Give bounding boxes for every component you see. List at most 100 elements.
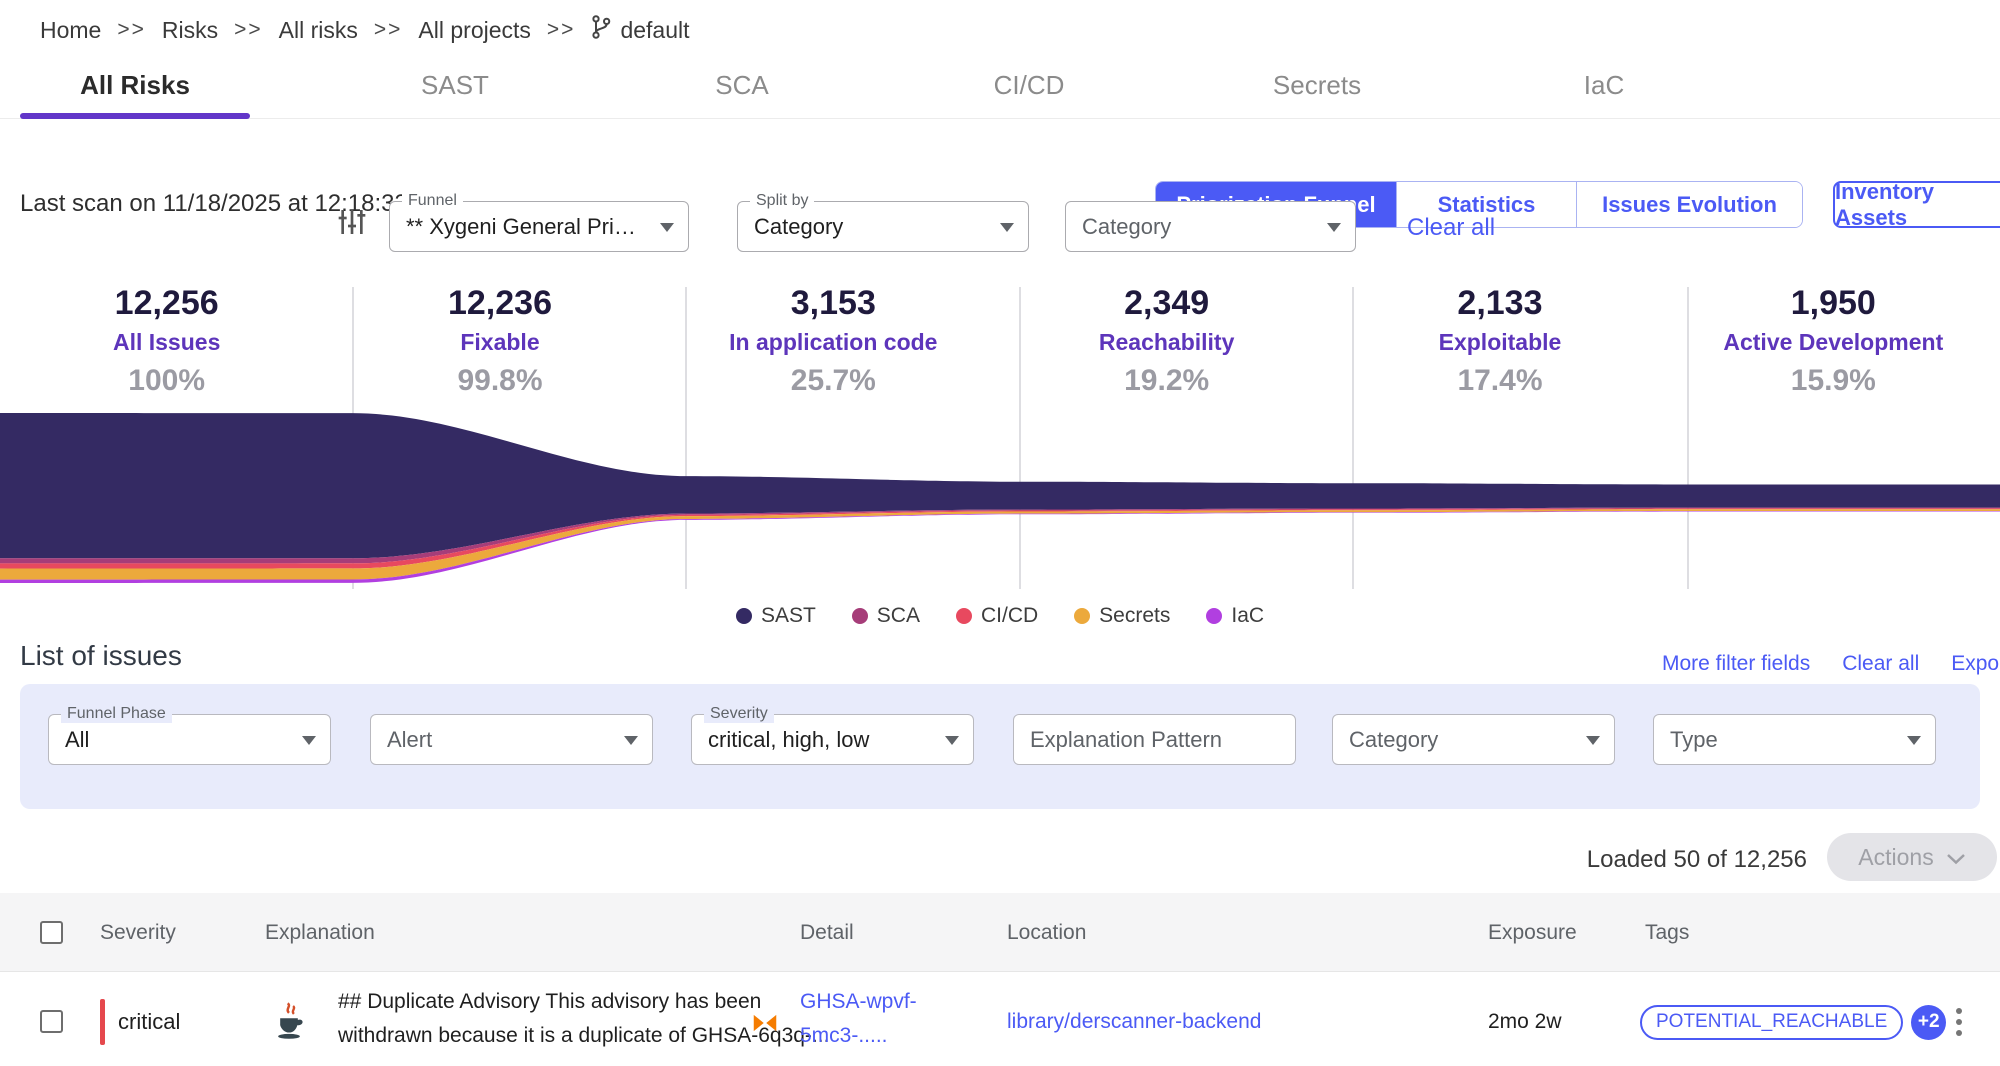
breadcrumb-all-projects[interactable]: All projects (418, 17, 530, 44)
legend-dot-sca (851, 608, 868, 624)
stage-count: 2,349 (1124, 284, 1210, 322)
stage-label: Fixable (460, 329, 540, 355)
funnel-clear-all-link[interactable]: Clear all (1407, 214, 1495, 242)
header-explanation: Explanation (265, 920, 375, 944)
chevron-down-icon (945, 735, 959, 745)
tab-cicd[interactable]: CI/CD (929, 62, 1129, 108)
breadcrumb-home[interactable]: Home (40, 17, 101, 44)
loaded-count-label: Loaded 50 of 12,256 (1586, 846, 1807, 873)
stage-percent: 19.2% (1124, 364, 1210, 397)
stage-label: All Issues (112, 329, 221, 355)
tab-iac[interactable]: IaC (1504, 62, 1704, 108)
severity-select[interactable]: Severity critical, high, low (691, 705, 974, 765)
table-row[interactable]: critical ## Duplicate Advisory This advi… (0, 972, 2000, 1066)
actions-button[interactable]: Actions (1827, 833, 1997, 881)
legend-label: SAST (760, 604, 816, 627)
chevron-down-icon (1327, 222, 1341, 232)
type-select[interactable]: Type (1653, 714, 1936, 765)
tab-sca[interactable]: SCA (642, 62, 842, 108)
more-tags-badge[interactable]: +2 (1911, 1004, 1947, 1040)
funnel-stage-all-issues: 12,256 All Issues 100% (0, 284, 333, 398)
chevron-down-icon (660, 222, 674, 232)
stage-count: 3,153 (790, 284, 876, 322)
funnel-select-value: ** Xygeni General Prioritizat... (406, 213, 646, 239)
stage-label: Reachability (1098, 329, 1235, 355)
row-menu-kebab-icon[interactable] (1956, 972, 1962, 1066)
severity-value: critical (118, 1009, 181, 1034)
tab-all-risks[interactable]: All Risks (20, 62, 250, 108)
legend-dot-sast (735, 608, 752, 624)
category-filter-select[interactable]: Category (1332, 714, 1615, 765)
stage-percent: 99.8% (457, 364, 543, 397)
chevron-down-icon (1946, 844, 1966, 871)
legend-dot-iac (1206, 608, 1223, 624)
stage-count: 2,133 (1457, 284, 1543, 322)
tag-chip[interactable]: POTENTIAL_REACHABLE (1640, 1004, 1904, 1040)
header-severity: Severity (100, 920, 176, 944)
chevron-down-icon (1586, 735, 1600, 745)
export-link[interactable]: Export (1951, 650, 2000, 678)
funnel-stage-in-application-code: 3,153 In application code 25.7% (667, 284, 1000, 398)
type-placeholder: Type (1670, 726, 1718, 752)
breadcrumb: Home >> Risks >> All risks >> All projec… (40, 14, 690, 46)
stage-count: 12,236 (447, 284, 552, 322)
detail-line: GHSA-wpvf- (800, 990, 917, 1013)
tags-cell: POTENTIAL_REACHABLE +2 (1640, 972, 1947, 1066)
alert-select[interactable]: Alert (370, 714, 653, 765)
header-exposure: Exposure (1488, 920, 1577, 944)
category-select[interactable]: Category (1065, 201, 1356, 252)
more-filter-fields-link[interactable]: More filter fields (1662, 652, 1810, 676)
explanation-pattern-input[interactable] (1013, 714, 1296, 765)
category-filter-placeholder: Category (1349, 726, 1439, 752)
chevron-down-icon (302, 735, 316, 745)
stage-label: Active Development (1723, 329, 1944, 355)
select-all-checkbox[interactable] (40, 921, 63, 944)
tabbar-divider (0, 118, 2000, 119)
funnel-stage-fixable: 12,236 Fixable 99.8% (333, 284, 666, 398)
header-location: Location (1007, 920, 1087, 944)
funnel-phase-label: Funnel Phase (61, 705, 172, 723)
breadcrumb-separator: >> (117, 18, 146, 41)
detail-link[interactable]: GHSA-wpvf- 5mc3-..... (800, 985, 917, 1053)
funnel-phase-select[interactable]: Funnel Phase All (48, 705, 331, 765)
issues-header-links: More filter fields Clear all Export (1662, 650, 2000, 678)
legend-dot-cicd (955, 608, 972, 624)
legend-item-cicd[interactable]: CI/CD (955, 604, 1038, 628)
breadcrumb-branch[interactable]: default (591, 14, 690, 46)
stage-percent: 25.7% (790, 364, 876, 397)
location-link[interactable]: library/derscanner-backend (1007, 972, 1261, 1066)
chevron-down-icon (624, 735, 638, 745)
legend-dot-secrets (1074, 608, 1091, 624)
split-by-select[interactable]: Split by Category (737, 192, 1029, 252)
tab-secrets[interactable]: Secrets (1217, 62, 1417, 108)
breadcrumb-separator: >> (546, 18, 576, 41)
legend-item-sast[interactable]: SAST (735, 604, 816, 628)
legend-item-iac[interactable]: IaC (1206, 604, 1264, 628)
header-tags: Tags (1645, 920, 1690, 944)
funnel-select[interactable]: Funnel ** Xygeni General Prioritizat... (389, 192, 689, 252)
breadcrumb-risks[interactable]: Risks (162, 17, 218, 44)
legend-item-sca[interactable]: SCA (851, 604, 920, 628)
tab-sast[interactable]: SAST (355, 62, 555, 108)
breadcrumb-separator: >> (373, 18, 403, 41)
branch-icon (591, 14, 611, 46)
breadcrumb-all-risks[interactable]: All risks (279, 17, 358, 44)
detail-line: 5mc3-..... (800, 1024, 888, 1047)
active-tab-indicator (20, 113, 250, 119)
view-toggle-issues-evolution[interactable]: Issues Evolution (1576, 182, 1802, 227)
row-checkbox[interactable] (40, 1010, 63, 1033)
issues-table-header: Severity Explanation Detail Location Exp… (0, 893, 2000, 972)
stage-percent: 17.4% (1457, 364, 1543, 397)
funnel-settings-icon[interactable] (336, 206, 368, 243)
risks-dashboard-page: Home >> Risks >> All risks >> All projec… (0, 0, 2000, 1066)
header-detail: Detail (800, 920, 854, 944)
category-select-placeholder: Category (1082, 213, 1172, 239)
legend-item-secrets[interactable]: Secrets (1074, 604, 1170, 628)
stage-percent: 15.9% (1790, 364, 1876, 397)
funnel-select-label: Funnel (402, 192, 463, 210)
funnel-stage-reachability: 2,349 Reachability 19.2% (1000, 284, 1333, 398)
issues-clear-all-link[interactable]: Clear all (1842, 652, 1919, 676)
chevron-down-icon (1000, 222, 1014, 232)
legend-label: SCA (876, 604, 920, 627)
inventory-assets-button[interactable]: Inventory Assets (1833, 179, 2000, 230)
